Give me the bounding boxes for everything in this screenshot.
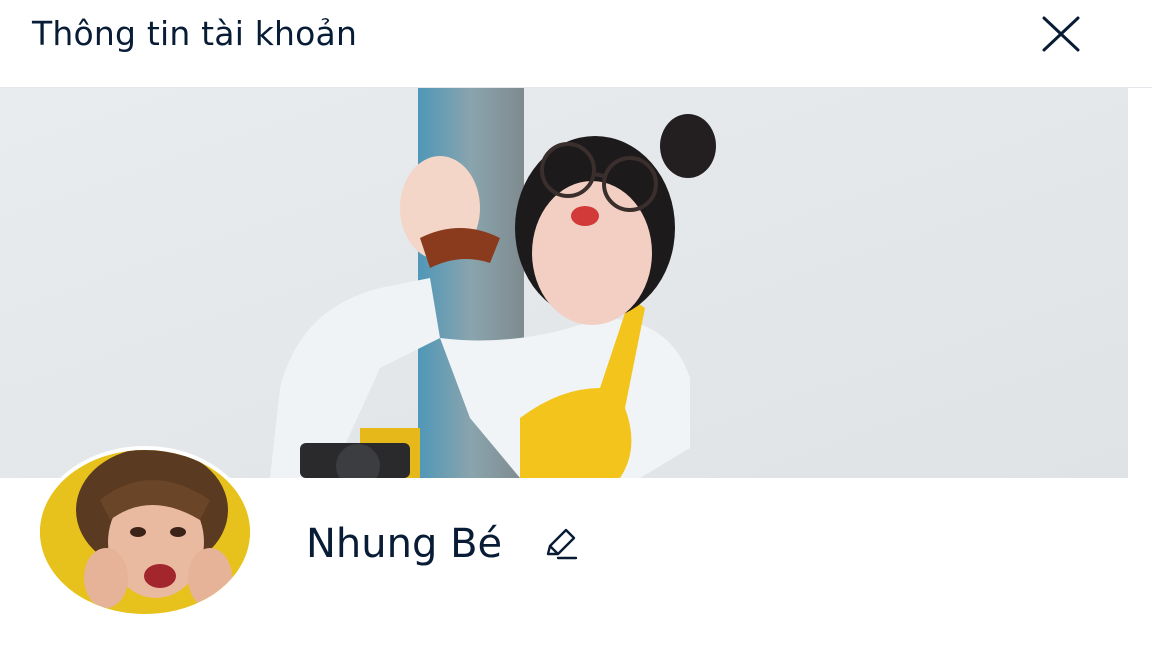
dialog-header: Thông tin tài khoản bbox=[0, 0, 1152, 88]
cover-photo[interactable] bbox=[0, 88, 1128, 478]
cover-photo-image bbox=[0, 88, 1128, 478]
profile-name-row: Nhung Bé bbox=[306, 516, 580, 572]
account-info-dialog: Thông tin tài khoản Nhung Bé bbox=[0, 0, 1152, 648]
avatar-photo bbox=[40, 450, 250, 614]
edit-name-button[interactable] bbox=[540, 524, 580, 564]
pencil-icon bbox=[546, 528, 578, 560]
display-name: Nhung Bé bbox=[306, 521, 503, 567]
avatar-image bbox=[40, 450, 250, 614]
avatar[interactable] bbox=[36, 446, 254, 618]
close-button[interactable] bbox=[1036, 12, 1086, 56]
dialog-title: Thông tin tài khoản bbox=[32, 14, 358, 53]
close-icon bbox=[1042, 16, 1080, 52]
